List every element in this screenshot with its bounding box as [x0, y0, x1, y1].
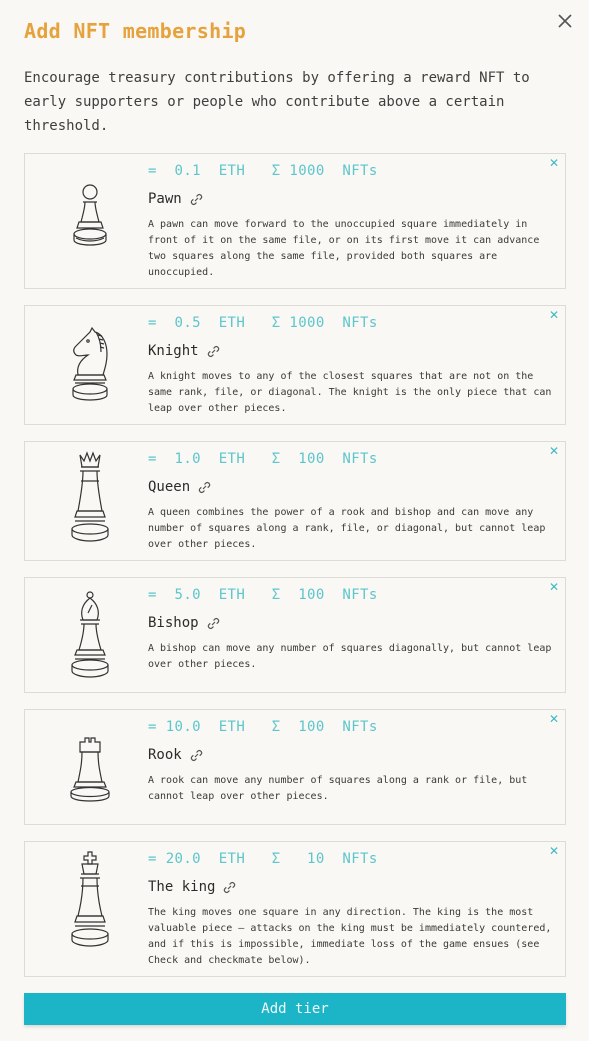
tier-card-king: = 20.0 ETH Σ 10 NFTs The king The king m… [24, 841, 566, 977]
remove-tier-button[interactable]: ✕ [548, 845, 560, 857]
tier-price: 0.5 [174, 315, 202, 331]
close-icon [558, 14, 572, 28]
tier-price: 10.0 [165, 719, 202, 735]
tier-description: The king moves one square in any directi… [148, 907, 552, 966]
link-icon[interactable] [223, 881, 236, 894]
add-tier-button[interactable]: Add tier [24, 993, 566, 1025]
tier-name: Pawn [148, 191, 203, 207]
tier-supply: 10 [307, 851, 325, 867]
tier-supply: 100 [298, 719, 325, 735]
close-button[interactable] [554, 10, 576, 32]
tier-description: A knight moves to any of the closest squ… [148, 371, 552, 414]
tier-meta: = 0.1 ETH Σ 1000 NFTs [148, 163, 378, 179]
tier-meta: = 20.0 ETH Σ 10 NFTs [148, 851, 378, 867]
tier-card-pawn: = 0.1 ETH Σ 1000 NFTs Pawn A pawn can mo… [24, 153, 566, 289]
tier-name: Rook [148, 747, 203, 763]
tier-card-queen: = 1.0 ETH Σ 100 NFTs Queen A queen combi… [24, 441, 566, 561]
tier-meta: = 0.5 ETH Σ 1000 NFTs [148, 315, 378, 331]
modal-description: Encourage treasury contributions by offe… [24, 70, 530, 134]
link-icon[interactable] [207, 345, 220, 358]
tier-name: Queen [148, 479, 211, 495]
tier-supply: 1000 [289, 315, 325, 331]
tier-meta: = 1.0 ETH Σ 100 NFTs [148, 451, 378, 467]
remove-tier-button[interactable]: ✕ [548, 157, 560, 169]
tier-card-bishop: = 5.0 ETH Σ 100 NFTs Bishop A bishop can… [24, 577, 566, 693]
link-icon[interactable] [190, 193, 203, 206]
bishop-icon [55, 588, 125, 682]
tier-meta: = 10.0 ETH Σ 100 NFTs [148, 719, 378, 735]
tier-price: 20.0 [165, 851, 202, 867]
remove-tier-button[interactable]: ✕ [548, 713, 560, 725]
tier-description: A bishop can move any number of squares … [148, 643, 552, 670]
king-icon [55, 850, 125, 950]
link-icon[interactable] [190, 749, 203, 762]
knight-icon [55, 324, 125, 404]
remove-tier-button[interactable]: ✕ [548, 581, 560, 593]
tier-name: Bishop [148, 615, 220, 631]
tier-card-knight: = 0.5 ETH Σ 1000 NFTs Knight A knight mo… [24, 305, 566, 425]
link-icon[interactable] [198, 481, 211, 494]
rook-icon [55, 728, 125, 808]
remove-tier-button[interactable]: ✕ [548, 445, 560, 457]
tier-supply: 100 [298, 451, 325, 467]
modal-title: Add NFT membership [24, 19, 247, 43]
tier-name: The king [148, 879, 236, 895]
tier-name: Knight [148, 343, 220, 359]
tier-card-rook: = 10.0 ETH Σ 100 NFTs Rook A rook can mo… [24, 709, 566, 825]
link-icon[interactable] [207, 617, 220, 630]
tier-description: A pawn can move forward to the unoccupie… [148, 219, 540, 278]
tier-price: 0.1 [174, 163, 202, 179]
pawn-icon [55, 176, 125, 256]
tier-price: 1.0 [174, 451, 202, 467]
tier-description: A queen combines the power of a rook and… [148, 507, 546, 550]
queen-icon [55, 448, 125, 548]
tier-supply: 1000 [289, 163, 325, 179]
remove-tier-button[interactable]: ✕ [548, 309, 560, 321]
tier-meta: = 5.0 ETH Σ 100 NFTs [148, 587, 378, 603]
tier-supply: 100 [298, 587, 325, 603]
tier-price: 5.0 [174, 587, 202, 603]
tier-description: A rook can move any number of squares al… [148, 775, 528, 802]
